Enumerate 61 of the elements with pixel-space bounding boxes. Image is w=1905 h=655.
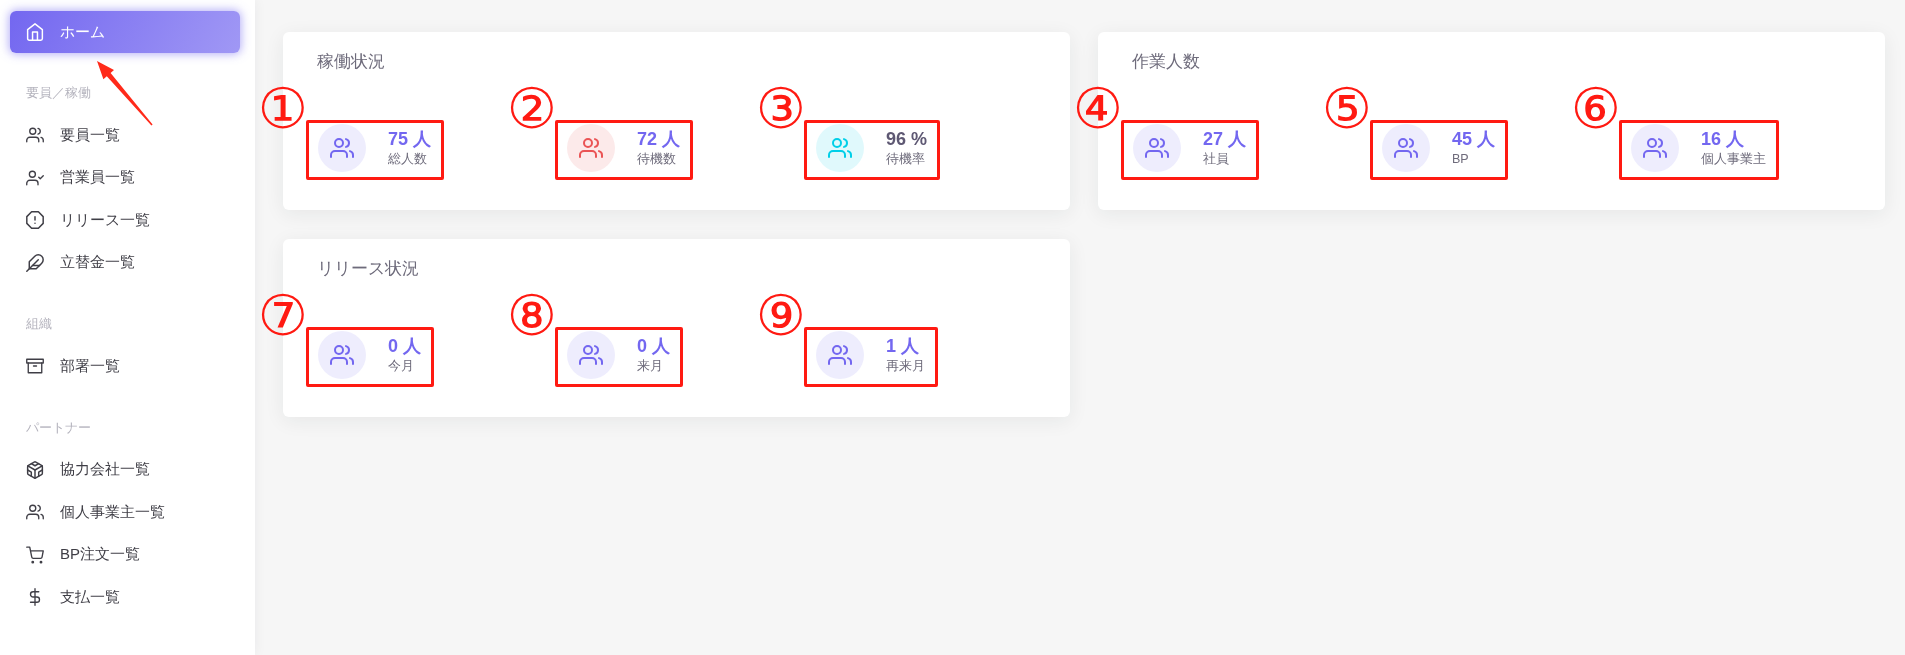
stat-value: 72 人 <box>637 128 681 150</box>
annotation-number: ① <box>257 81 308 137</box>
stat-value: 27 人 <box>1203 128 1247 150</box>
people-icon <box>318 124 366 172</box>
stat-value: 45 人 <box>1452 128 1496 150</box>
alert-icon <box>26 211 44 230</box>
nav-item[interactable]: 支払一覧 <box>10 576 240 619</box>
nav-item[interactable]: 部署一覧 <box>10 345 240 388</box>
people-icon <box>26 126 44 145</box>
archive-icon <box>26 357 44 376</box>
people-icon <box>26 503 44 522</box>
people-icon <box>318 331 366 379</box>
stat-value: 0 人 <box>388 335 421 357</box>
stat-label: 待機数 <box>637 151 676 168</box>
cart-icon <box>26 545 44 564</box>
annotation-number: ② <box>506 81 557 137</box>
annotation-number: ③ <box>755 81 806 137</box>
nav-item[interactable]: リリース一覧 <box>10 199 240 242</box>
stat-label: 今月 <box>388 358 414 375</box>
nav-item[interactable]: 個人事業主一覧 <box>10 491 240 534</box>
card-title: リリース状況 <box>317 259 420 279</box>
nav-item[interactable]: 協力会社一覧 <box>10 448 240 491</box>
nav-item[interactable]: 営業員一覧 <box>10 156 240 199</box>
stat-label: 再来月 <box>886 358 925 375</box>
stat-value: 16 人 <box>1701 128 1745 150</box>
annotation-number: ⑦ <box>257 288 308 344</box>
nav-item[interactable]: ホーム <box>10 11 240 53</box>
stat-label: 待機率 <box>886 151 925 168</box>
nav-item[interactable]: 要員一覧 <box>10 114 240 157</box>
home-icon <box>26 23 44 41</box>
annotation-number: ⑤ <box>1321 81 1372 137</box>
card-title: 作業人数 <box>1132 52 1201 72</box>
stat-value: 75 人 <box>388 128 432 150</box>
people-icon <box>567 124 615 172</box>
section-title: 組織 <box>26 316 53 333</box>
nav-item[interactable]: BP注文一覧 <box>10 533 240 576</box>
stat-label: 社員 <box>1203 151 1229 168</box>
cube-icon <box>26 460 44 479</box>
annotation-number: ⑥ <box>1570 81 1621 137</box>
people-icon <box>1631 124 1679 172</box>
card-title: 稼働状況 <box>317 52 386 72</box>
feather-icon <box>26 253 44 272</box>
people-icon <box>1382 124 1430 172</box>
annotation-number: ⑨ <box>755 288 806 344</box>
annotation-number: ④ <box>1072 81 1123 137</box>
stat-label: 総人数 <box>388 151 427 168</box>
section-title: パートナー <box>26 419 92 437</box>
stat-value: 0 人 <box>637 335 670 357</box>
nav-item[interactable]: 立替金一覧 <box>10 241 240 284</box>
people-icon <box>816 331 864 379</box>
annotation-number: ⑧ <box>506 288 557 344</box>
people-icon <box>567 331 615 379</box>
user-check-icon <box>26 168 44 187</box>
people-icon <box>816 124 864 172</box>
stat-value: 96 % <box>886 128 928 150</box>
people-icon <box>1133 124 1181 172</box>
stat-value: 1 人 <box>886 335 919 357</box>
stat-label: 来月 <box>637 358 663 375</box>
section-title: 要員／稼働 <box>26 85 92 102</box>
stat-label: 個人事業主 <box>1701 151 1766 168</box>
stat-label: BP <box>1452 151 1469 168</box>
